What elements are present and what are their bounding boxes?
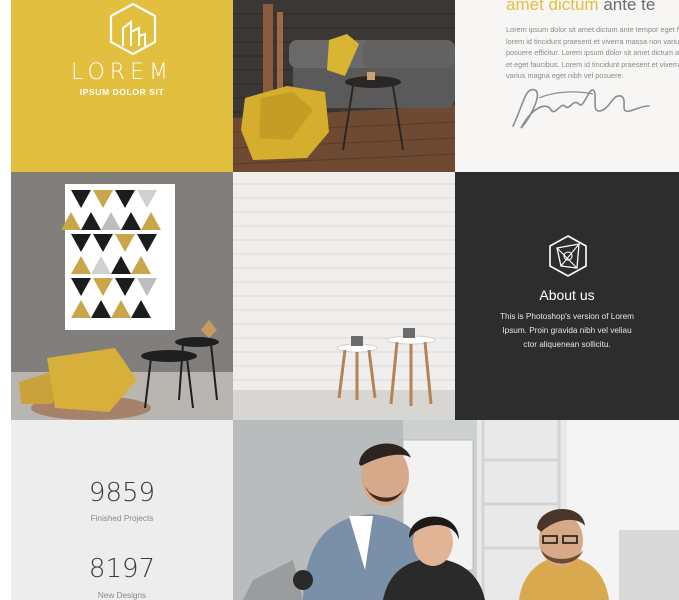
intro-heading: amet dictum ante te [506,0,655,15]
intro-line: posuere efficitur. Lorem ipsum dolor sit… [506,48,679,58]
about-line: Ipsum. Proin gravida nibh vel veliau [502,326,632,336]
about-line: This is Photoshop's version of Lorem [500,312,634,321]
intro-body: Lorem ipsum dolor sit amet dictum ante t… [506,24,679,82]
stat-value-projects: 9859 [88,478,156,508]
brick-wall-photo [233,172,455,420]
brand-subtitle: IPSUM DOLOR SIT [79,87,165,97]
intro-line: Lorem ipsum dolor sit amet dictum ante t… [506,25,679,34]
stat-label-projects: Finished Projects [90,514,154,523]
intro-heading-accent: amet dictum [506,0,599,14]
stat-value-designs: 8197 [88,554,156,584]
about-body: This is Photoshop's version of Lorem Ips… [485,310,649,353]
intro-line: lorem id tincidunt praesent et viverra m… [506,36,679,46]
stat-label-designs: New Designs [97,591,147,600]
about-tile[interactable]: About us This is Photoshop's version of … [455,172,679,420]
intro-line: et eget faucibus. Lorem id tincidunt pra… [506,59,679,69]
brand-tile[interactable]: LOREM IPSUM DOLOR SIT [11,0,233,172]
poster-photo [11,172,233,420]
left-margin [0,0,11,600]
intro-text-tile: amet dictum ante te Lorem ipsum dolor si… [455,0,679,172]
signature [503,76,653,136]
team-photo [233,420,679,600]
about-line: ctor aliquenean sollicitu. [523,340,611,350]
about-title: About us [539,287,595,303]
stats-tile: 9859 Finished Projects 8197 New Designs [11,420,233,600]
hexagon-building-icon [107,2,159,56]
sofa-photo [233,0,455,172]
hexagon-geometric-icon [547,234,589,278]
portfolio-grid: LOREM IPSUM DOLOR SIT amet dictum ante t… [0,0,679,600]
intro-heading-rest: ante te [598,0,656,14]
brand-title: LOREM [71,60,173,85]
